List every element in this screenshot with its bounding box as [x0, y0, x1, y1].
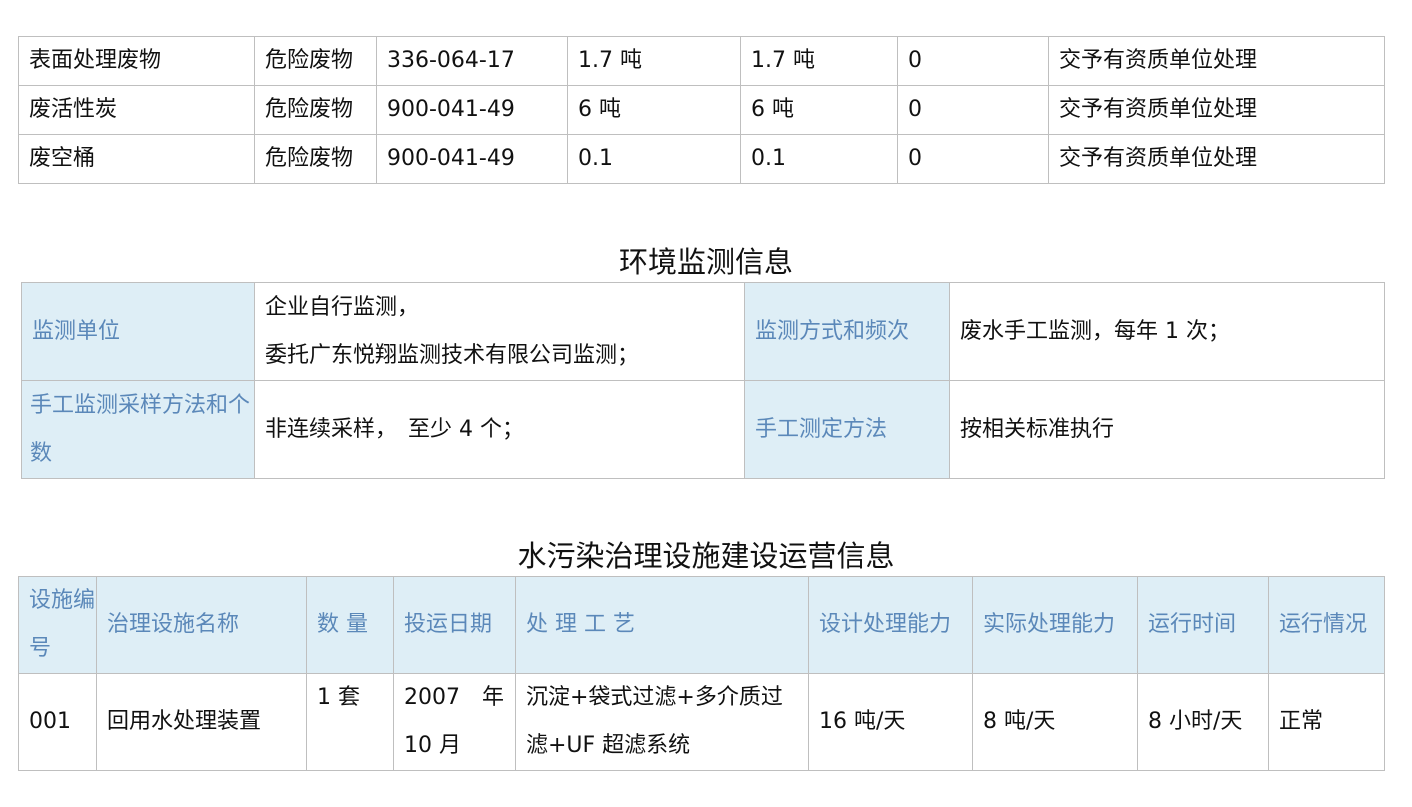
waste-cell: 表面处理废物	[18, 36, 255, 86]
facility-id: 001	[18, 673, 97, 771]
waste-row: 表面处理废物 危险废物 336-064-17 1.7 吨 1.7 吨 0 交予有资质单位处理	[18, 36, 1385, 86]
measure-method-label: 手工测定方法	[744, 380, 950, 479]
waste-cell: 1.7 吨	[567, 36, 741, 86]
facility-header-cell: 治理设施名称	[96, 576, 307, 674]
facility-date: 2007 年 10 月	[393, 673, 516, 771]
monitoring-method-value: 废水手工监测，每年 1 次；	[949, 282, 1385, 381]
facility-date-line1: 2007 年	[404, 685, 504, 710]
sampling-method-value: 非连续采样， 至少 4 个；	[254, 380, 745, 479]
waste-table-body: 表面处理废物 危险废物 336-064-17 1.7 吨 1.7 吨 0 交予有资质单位处理…	[18, 36, 1385, 184]
monitoring-method-label: 监测方式和频次	[744, 282, 950, 381]
waste-cell: 废活性炭	[18, 85, 255, 135]
monitoring-unit-line2: 委托广东悦翔监测技术有限公司监测；	[265, 342, 640, 368]
waste-disposal-table: 表面处理废物 危险废物 336-064-17 1.7 吨 1.7 吨 0 交予有资质单位处理…	[18, 36, 1385, 184]
facility-process-line2: 滤+UF 超滤系统	[526, 733, 691, 758]
facility-design-capacity: 16 吨/天	[808, 673, 973, 771]
monitoring-table: 监测单位 企业自行监测， 委托广东悦翔监测技术有限公司监测； 监测方式和频次 废…	[21, 282, 1385, 479]
facility-process: 沉淀+袋式过滤+多介质过 滤+UF 超滤系统	[515, 673, 809, 771]
facility-header-cell: 运行情况	[1268, 576, 1385, 674]
facility-run-time: 8 小时/天	[1137, 673, 1269, 771]
waste-cell: 危险废物	[254, 134, 377, 184]
monitoring-row-2: 手工监测采样方法和个数 非连续采样， 至少 4 个； 手工测定方法 按相关标准执…	[21, 380, 1385, 479]
waste-cell: 交予有资质单位处理	[1048, 85, 1385, 135]
facility-header-row: 设施编号 治理设施名称数 量投运日期处 理 工 艺设计处理能力 实际处理能力 运行时间…	[18, 576, 1385, 674]
facility-name: 回用水处理装置	[96, 673, 307, 771]
facility-header-cell: 运行时间	[1137, 576, 1269, 674]
facility-date-line2: 10 月	[404, 733, 461, 758]
waste-cell: 0	[897, 134, 1049, 184]
waste-cell: 0.1	[567, 134, 741, 184]
waste-row: 废活性炭 危险废物 900-041-49 6 吨6 吨 0 交予有资质单位处理	[18, 85, 1385, 135]
monitoring-section-title: 环境监测信息	[618, 245, 793, 279]
facility-header-cell: 设计处理能力	[808, 576, 973, 674]
waste-cell: 危险废物	[254, 36, 377, 86]
waste-cell: 交予有资质单位处理	[1048, 134, 1385, 184]
facility-header-cell: 设施编号	[18, 576, 97, 674]
waste-cell: 交予有资质单位处理	[1048, 36, 1385, 86]
waste-row: 废空桶 危险废物 900-041-49 0.1 0.1 0 交予有资质单位处理	[18, 134, 1385, 184]
waste-cell: 900-041-49	[376, 134, 568, 184]
waste-cell: 废空桶	[18, 134, 255, 184]
waste-cell: 0.1	[740, 134, 898, 184]
monitoring-unit-label: 监测单位	[21, 282, 255, 381]
facility-actual-capacity: 8 吨/天	[972, 673, 1138, 771]
waste-cell: 336-064-17	[376, 36, 568, 86]
measure-method-value: 按相关标准执行	[949, 380, 1385, 479]
monitoring-unit-value: 企业自行监测， 委托广东悦翔监测技术有限公司监测；	[254, 282, 745, 381]
monitoring-row-1: 监测单位 企业自行监测， 委托广东悦翔监测技术有限公司监测； 监测方式和频次 废…	[21, 282, 1385, 381]
facility-header-cell: 投运日期	[393, 576, 516, 674]
facility-header-cell: 处 理 工 艺	[515, 576, 809, 674]
waste-cell: 6 吨	[740, 85, 898, 135]
facility-process-line1: 沉淀+袋式过滤+多介质过	[526, 685, 783, 710]
waste-cell: 危险废物	[254, 85, 377, 135]
facility-table: 设施编号 治理设施名称数 量投运日期处 理 工 艺设计处理能力 实际处理能力 运行时间…	[18, 576, 1385, 771]
sampling-method-label: 手工监测采样方法和个数	[21, 380, 255, 479]
waste-cell: 900-041-49	[376, 85, 568, 135]
waste-cell: 6 吨	[567, 85, 741, 135]
facility-data-row: 001 回用水处理装置 1 套 2007 年 10 月 沉淀+袋式过滤+多介质过…	[18, 673, 1385, 771]
facility-header-cell: 实际处理能力	[972, 576, 1138, 674]
monitoring-unit-line1: 企业自行监测，	[265, 294, 420, 320]
waste-cell: 1.7 吨	[740, 36, 898, 86]
waste-cell: 0	[897, 85, 1049, 135]
facility-status: 正常	[1268, 673, 1385, 771]
facility-header-cell: 数 量	[306, 576, 394, 674]
facility-section-title: 水污染治理设施建设运营信息	[517, 539, 895, 573]
waste-cell: 0	[897, 36, 1049, 86]
facility-quantity: 1 套	[306, 673, 394, 771]
